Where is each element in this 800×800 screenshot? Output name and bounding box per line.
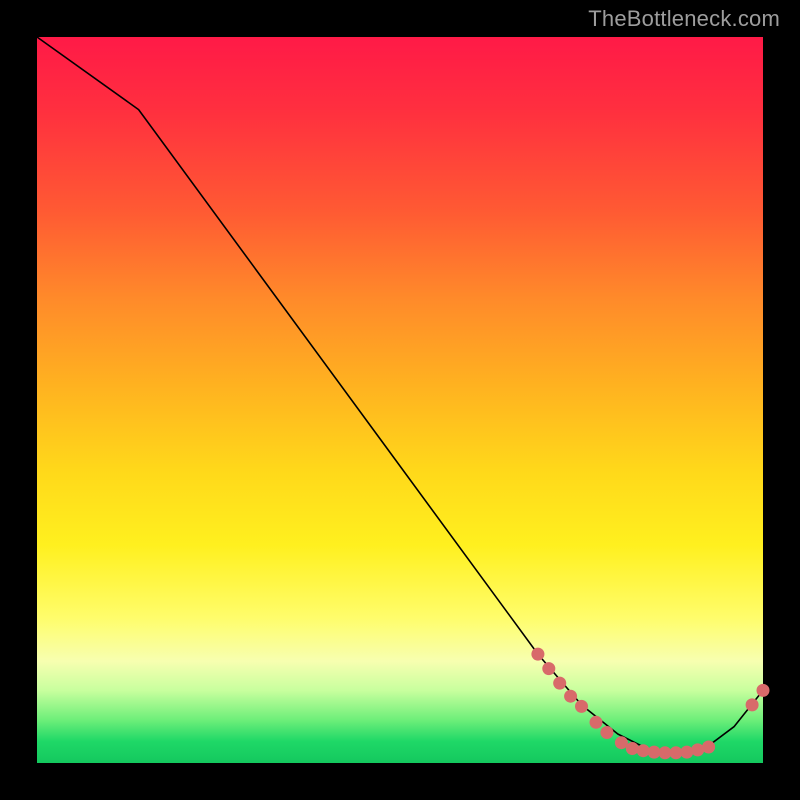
data-marker xyxy=(691,743,704,756)
data-marker xyxy=(680,746,693,759)
chart-frame: TheBottleneck.com xyxy=(0,0,800,800)
data-marker xyxy=(553,677,566,690)
data-marker xyxy=(600,726,613,739)
data-marker xyxy=(590,716,603,729)
chart-svg xyxy=(37,37,763,763)
data-marker xyxy=(702,741,715,754)
bottleneck-curve xyxy=(37,37,763,752)
data-marker xyxy=(575,700,588,713)
data-marker xyxy=(637,744,650,757)
data-marker xyxy=(746,698,759,711)
data-marker xyxy=(564,690,577,703)
data-marker xyxy=(531,648,544,661)
watermark-label: TheBottleneck.com xyxy=(588,6,780,32)
data-marker xyxy=(626,742,639,755)
marker-group xyxy=(531,648,769,760)
plot-area xyxy=(37,37,763,763)
data-marker xyxy=(757,684,770,697)
data-marker xyxy=(542,662,555,675)
